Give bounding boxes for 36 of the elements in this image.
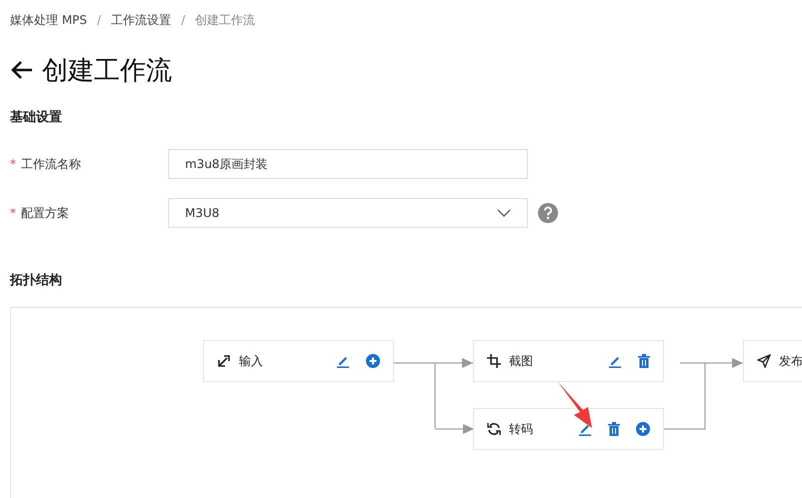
delete-icon[interactable] [638,354,650,368]
breadcrumb-separator: / [181,13,186,27]
page-title: 创建工作流 [42,54,172,88]
connector-arrow [435,424,474,434]
breadcrumb-link[interactable]: 媒体处理 MPS [10,12,88,28]
field-label: 工作流名称 [21,156,81,172]
node-label: 输入 [239,352,263,370]
add-icon[interactable] [366,354,380,368]
edit-icon[interactable] [608,354,622,368]
required-mark: * [10,157,16,171]
edit-icon[interactable] [578,422,592,436]
send-icon [757,354,771,368]
help-icon[interactable] [538,203,558,223]
delete-icon[interactable] [608,422,620,436]
back-arrow-icon[interactable] [10,60,34,80]
annotation-arrow [558,382,594,428]
section-heading: 拓扑结构 [10,272,63,289]
workflow-node[interactable]: 转码 [473,408,664,450]
crop-icon [487,354,501,368]
scheme-select-field[interactable]: M3U8 [168,198,528,228]
field-label: 配置方案 [21,204,69,222]
edit-icon[interactable] [336,354,350,368]
chevron-down-icon [497,208,511,218]
refresh-icon [487,422,501,436]
workflow-node[interactable]: 输入 [203,340,394,382]
required-mark: * [10,206,16,220]
name-input-field[interactable]: m3u8原画封装 [168,149,528,179]
node-label: 转码 [509,420,533,438]
node-label: 截图 [509,352,533,370]
section-heading: 基础设置 [10,109,63,126]
import-icon [217,354,231,368]
add-icon[interactable] [636,422,650,436]
workflow-node[interactable]: 截图 [473,340,664,382]
breadcrumb-separator: / [97,13,102,27]
breadcrumb-current: 创建工作流 [195,12,256,28]
breadcrumb-link[interactable]: 工作流设置 [111,12,172,28]
